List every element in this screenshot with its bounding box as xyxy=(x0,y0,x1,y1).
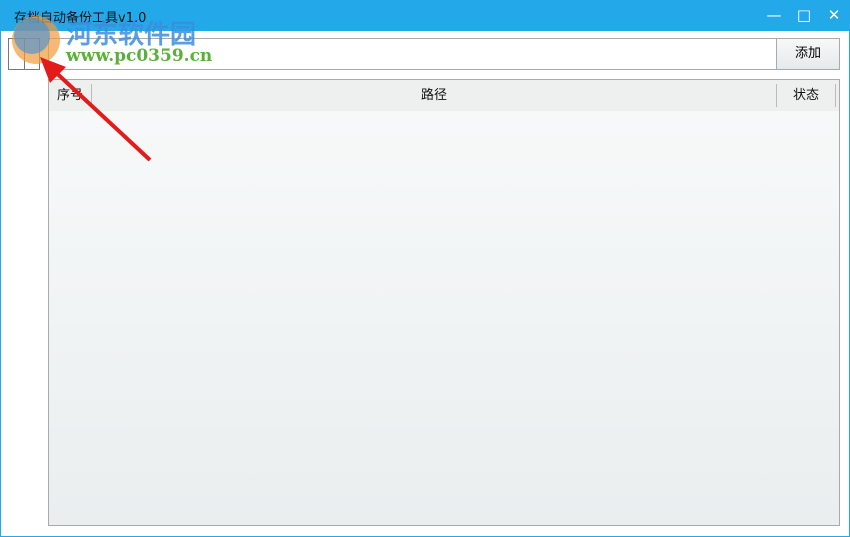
column-separator[interactable] xyxy=(835,84,836,107)
divider xyxy=(24,39,25,69)
maximize-button[interactable]: □ xyxy=(792,4,816,26)
minimize-button[interactable]: — xyxy=(762,4,786,26)
window-title: 存档自动备份工具v1.0 xyxy=(14,11,147,26)
path-table: 序号 路径 状态 xyxy=(48,79,840,526)
red-arrow-annotation xyxy=(40,57,152,162)
path-input[interactable] xyxy=(48,38,778,70)
add-button[interactable]: 添加 xyxy=(776,38,840,70)
close-button[interactable]: ✕ xyxy=(822,4,846,26)
table-header: 序号 路径 状态 xyxy=(49,80,839,111)
column-header-path[interactable]: 路径 xyxy=(92,80,776,111)
column-header-status[interactable]: 状态 xyxy=(777,80,835,111)
title-bar: 存档自动备份工具v1.0 — □ ✕ xyxy=(0,0,850,31)
